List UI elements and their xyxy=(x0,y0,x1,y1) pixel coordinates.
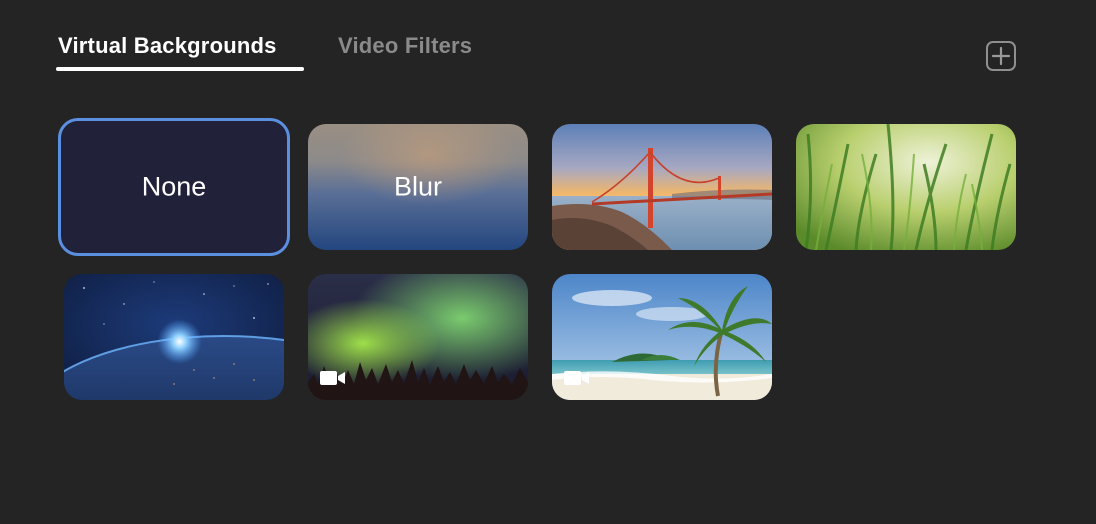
active-tab-indicator xyxy=(56,67,304,71)
background-golden-gate-tile[interactable] xyxy=(552,124,772,250)
video-camera-icon xyxy=(564,371,589,385)
tab-video-filters[interactable]: Video Filters xyxy=(338,33,472,59)
none-label: None xyxy=(141,171,207,202)
background-grass-tile[interactable] xyxy=(796,124,1016,250)
plus-icon xyxy=(991,46,1011,66)
video-camera-icon xyxy=(320,371,345,385)
grass-image xyxy=(796,124,1016,250)
background-beach-tile[interactable] xyxy=(552,274,772,400)
background-earth-tile[interactable] xyxy=(64,274,284,400)
tab-virtual-backgrounds[interactable]: Virtual Backgrounds xyxy=(58,33,277,59)
blur-label: Blur xyxy=(393,171,442,202)
background-aurora-tile[interactable] xyxy=(308,274,528,400)
earth-image xyxy=(64,274,284,400)
golden-gate-image xyxy=(552,124,772,250)
background-blur-tile[interactable]: Blur xyxy=(308,124,528,250)
background-none-tile[interactable]: None xyxy=(58,118,290,256)
virtual-background-panel: Virtual Backgrounds Video Filters None B… xyxy=(0,0,1096,524)
add-background-button[interactable] xyxy=(986,41,1016,71)
